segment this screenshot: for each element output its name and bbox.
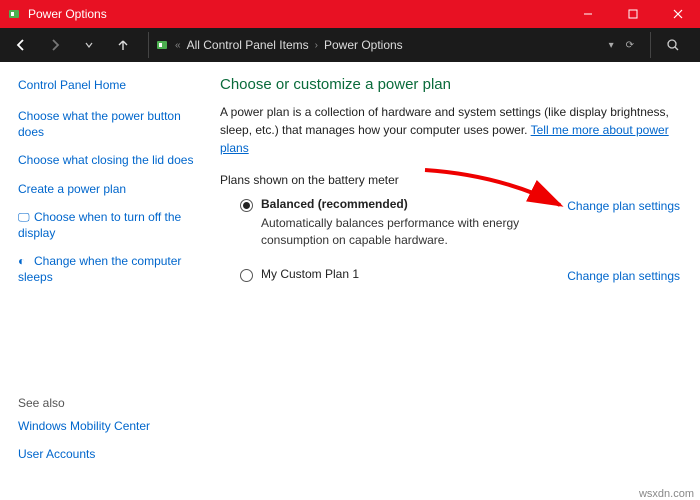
change-plan-settings-custom[interactable]: Change plan settings bbox=[567, 269, 680, 283]
chevron-left-icon: « bbox=[175, 40, 181, 51]
sidebar-link-power-button[interactable]: Choose what the power button does bbox=[18, 108, 200, 140]
sidebar-link-closing-lid[interactable]: Choose what closing the lid does bbox=[18, 152, 200, 168]
display-icon: 🖵 bbox=[18, 209, 32, 225]
chevron-right-icon: › bbox=[315, 40, 318, 51]
window-title: Power Options bbox=[28, 7, 107, 21]
watermark: wsxdn.com bbox=[639, 488, 694, 500]
navbar: « All Control Panel Items › Power Option… bbox=[0, 28, 700, 62]
plan-desc-balanced: Automatically balances performance with … bbox=[261, 215, 557, 249]
see-also-heading: See also bbox=[18, 396, 200, 410]
main-panel: Choose or customize a power plan A power… bbox=[210, 62, 700, 482]
content-area: Control Panel Home Choose what the power… bbox=[0, 62, 700, 482]
address-dropdown-icon[interactable]: ▾ bbox=[609, 40, 614, 51]
radio-custom[interactable] bbox=[240, 269, 253, 282]
page-heading: Choose or customize a power plan bbox=[220, 76, 680, 93]
maximize-button[interactable] bbox=[610, 0, 655, 28]
sidebar-link-computer-sleeps[interactable]: ◐Change when the computer sleeps bbox=[18, 253, 200, 285]
page-description: A power plan is a collection of hardware… bbox=[220, 103, 680, 157]
power-options-icon bbox=[6, 6, 22, 22]
breadcrumb-parent[interactable]: All Control Panel Items bbox=[187, 38, 309, 52]
plan-balanced: Balanced (recommended) Automatically bal… bbox=[220, 197, 680, 249]
close-button[interactable] bbox=[655, 0, 700, 28]
plans-subheading: Plans shown on the battery meter bbox=[220, 173, 680, 187]
control-panel-home-link[interactable]: Control Panel Home bbox=[18, 78, 200, 92]
breadcrumb-current[interactable]: Power Options bbox=[324, 38, 403, 52]
control-panel-icon bbox=[155, 38, 169, 52]
refresh-icon[interactable]: ⟳ bbox=[626, 40, 634, 51]
sleep-icon: ◐ bbox=[18, 253, 32, 269]
plan-custom: My Custom Plan 1 Change plan settings bbox=[220, 267, 680, 283]
up-button[interactable] bbox=[108, 32, 138, 58]
search-button[interactable] bbox=[650, 32, 694, 58]
sidebar-link-create-plan[interactable]: Create a power plan bbox=[18, 181, 200, 197]
plan-name-balanced[interactable]: Balanced (recommended) bbox=[261, 197, 557, 211]
sidebar: Control Panel Home Choose what the power… bbox=[0, 62, 210, 482]
forward-button[interactable] bbox=[40, 32, 70, 58]
sidebar-link-turn-off-display[interactable]: 🖵Choose when to turn off the display bbox=[18, 209, 200, 241]
titlebar: Power Options bbox=[0, 0, 700, 28]
plan-name-custom[interactable]: My Custom Plan 1 bbox=[261, 267, 557, 281]
radio-balanced[interactable] bbox=[240, 199, 253, 212]
minimize-button[interactable] bbox=[565, 0, 610, 28]
recent-dropdown[interactable] bbox=[74, 32, 104, 58]
sidebar-link-user-accounts[interactable]: User Accounts bbox=[18, 446, 200, 462]
address-bar[interactable]: « All Control Panel Items › Power Option… bbox=[148, 32, 640, 58]
back-button[interactable] bbox=[6, 32, 36, 58]
sidebar-link-mobility-center[interactable]: Windows Mobility Center bbox=[18, 418, 200, 434]
change-plan-settings-balanced[interactable]: Change plan settings bbox=[567, 199, 680, 213]
